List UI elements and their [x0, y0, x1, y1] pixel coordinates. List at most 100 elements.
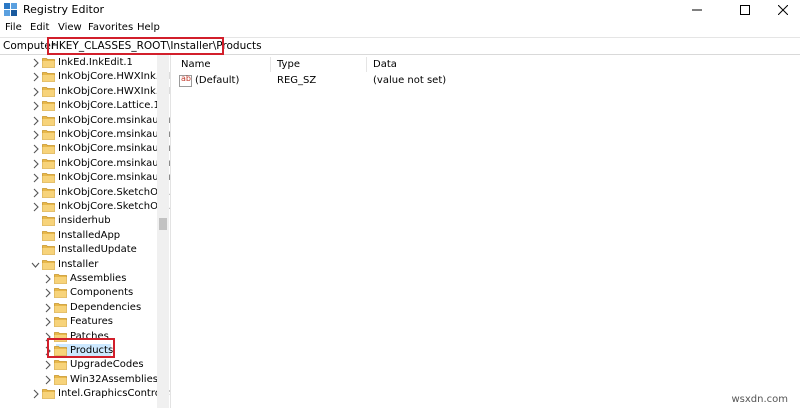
registry-editor-icon — [4, 3, 17, 16]
tree-item-label: InkObjCore.HWXInk.E-I — [58, 71, 170, 82]
folder-icon — [54, 375, 67, 385]
tree-item[interactable]: InkObjCore.SketchObj.S — [0, 200, 170, 214]
tree-item[interactable]: InkObjCore.msinkaut.In — [0, 171, 170, 185]
tree-item[interactable]: InkObjCore.SketchObj.S — [0, 186, 170, 200]
menu-favorites[interactable]: Favorites — [88, 22, 133, 33]
chevron-right-icon[interactable] — [31, 144, 40, 154]
tree-item-label: Features — [70, 316, 113, 327]
folder-icon — [42, 216, 55, 226]
folder-icon — [42, 101, 55, 111]
tree-item-label: InkObjCore.HWXInk.E-I — [58, 86, 170, 97]
chevron-right-icon[interactable] — [31, 389, 40, 399]
title-bar: Registry Editor — [0, 0, 800, 20]
close-button[interactable] — [766, 0, 800, 20]
tree-item[interactable]: Installer — [0, 258, 160, 272]
menu-help[interactable]: Help — [137, 22, 160, 33]
tree-item[interactable]: Features — [0, 315, 160, 329]
chevron-right-icon[interactable] — [43, 375, 52, 385]
column-name[interactable]: Name — [175, 55, 271, 74]
value-name: (Default) — [195, 75, 240, 86]
address-highlight-box — [47, 37, 224, 55]
tree-item-label: Assemblies — [70, 273, 127, 284]
folder-icon — [42, 188, 55, 198]
tree-item-label: InkEd.InkEdit.1 — [58, 57, 133, 68]
tree-item-label: InstalledUpdate — [58, 244, 137, 255]
folder-icon — [54, 288, 67, 298]
tree-item[interactable]: InkObjCore.msinkaut.In — [0, 114, 170, 128]
chevron-right-icon[interactable] — [31, 188, 40, 198]
chevron-right-icon[interactable] — [43, 360, 52, 370]
chevron-right-icon[interactable] — [31, 116, 40, 126]
chevron-right-icon[interactable] — [31, 87, 40, 97]
chevron-right-icon[interactable] — [31, 159, 40, 169]
minimize-button[interactable] — [680, 0, 714, 20]
chevron-right-icon[interactable] — [31, 173, 40, 183]
tree-item-label: InkObjCore.Lattice.1 — [58, 100, 160, 111]
menu-edit[interactable]: Edit — [30, 22, 49, 33]
column-type[interactable]: Type — [271, 55, 367, 74]
tree-item-label: Win32Assemblies — [70, 374, 158, 385]
chevron-right-icon[interactable] — [31, 202, 40, 212]
tree-item-label: InkObjCore.msinkaut.In — [58, 129, 170, 140]
tree-item-label: InkObjCore.msinkaut.In — [58, 143, 170, 154]
tree-item[interactable]: InkObjCore.HWXInk.E-I — [0, 70, 170, 84]
tree-item[interactable]: InkObjCore.msinkaut.In — [0, 157, 170, 171]
products-highlight-box — [47, 338, 115, 358]
tree-item[interactable]: Win32Assemblies — [0, 373, 160, 387]
tree-item[interactable]: Intel.GraphicsControlPa — [0, 387, 170, 401]
address-bar[interactable]: Computer HKEY_CLASSES_ROOT\Installer\Pro… — [0, 37, 800, 55]
chevron-right-icon[interactable] — [31, 72, 40, 82]
menu-view[interactable]: View — [58, 22, 82, 33]
tree-item[interactable]: InstalledUpdate — [0, 243, 160, 257]
chevron-right-icon[interactable] — [31, 130, 40, 140]
column-data[interactable]: Data — [367, 55, 667, 74]
tree-item[interactable]: Components — [0, 286, 160, 300]
chevron-right-icon[interactable] — [43, 317, 52, 327]
tree-item[interactable]: insiderhub — [0, 214, 160, 228]
chevron-right-icon[interactable] — [31, 58, 40, 68]
folder-icon — [42, 202, 55, 212]
menu-bar: File Edit View Favorites Help — [0, 20, 800, 37]
tree-item[interactable]: InstalledApp — [0, 229, 160, 243]
minimize-icon — [692, 9, 702, 11]
key-tree[interactable]: InkEd.InkEdit.1 InkObjCore.HWXInk.E-I InkO… — [0, 55, 170, 408]
chevron-down-icon[interactable] — [31, 260, 40, 270]
folder-icon — [42, 159, 55, 169]
tree-item-label: InkObjCore.SketchObj.S — [58, 187, 170, 198]
tree-item-label: Components — [70, 287, 134, 298]
chevron-right-icon[interactable] — [43, 288, 52, 298]
tree-item[interactable]: InkObjCore.msinkaut.In — [0, 128, 170, 142]
tree-item[interactable]: InkObjCore.HWXInk.E-I — [0, 85, 170, 99]
chevron-right-icon[interactable] — [43, 274, 52, 284]
tree-item-label: UpgradeCodes — [70, 359, 144, 370]
folder-icon — [54, 274, 67, 284]
chevron-right-icon[interactable] — [31, 101, 40, 111]
menu-file[interactable]: File — [5, 22, 22, 33]
tree-item-label: Dependencies — [70, 302, 142, 313]
tree-item[interactable]: InkObjCore.Lattice.1 — [0, 99, 160, 113]
folder-icon — [42, 173, 55, 183]
tree-item[interactable]: Assemblies — [0, 272, 160, 286]
watermark: wsxdn.com — [731, 394, 788, 405]
value-type: REG_SZ — [277, 75, 317, 86]
tree-scrollbar-thumb[interactable] — [159, 218, 167, 230]
tree-item[interactable]: UpgradeCodes — [0, 358, 160, 372]
chevron-right-icon[interactable] — [43, 303, 52, 313]
folder-icon — [54, 360, 67, 370]
tree-item-label: InstalledApp — [58, 230, 121, 241]
folder-icon — [42, 260, 55, 270]
values-list[interactable]: Name Type Data ab (Default) REG_SZ (valu… — [175, 55, 800, 408]
tree-item-label: InkObjCore.msinkaut.In — [58, 172, 170, 183]
tree-item[interactable]: InkEd.InkEdit.1 — [0, 56, 160, 70]
tree-item-label: InkObjCore.msinkaut.In — [58, 158, 170, 169]
tree-item[interactable]: InkObjCore.msinkaut.In — [0, 142, 170, 156]
tree-item-label: InkObjCore.SketchObj.S — [58, 201, 170, 212]
folder-icon — [54, 303, 67, 313]
tree-scrollbar[interactable] — [157, 55, 169, 408]
folder-icon — [42, 144, 55, 154]
folder-icon — [42, 87, 55, 97]
folder-icon — [42, 231, 55, 241]
maximize-button[interactable] — [728, 0, 762, 20]
tree-item[interactable]: Dependencies — [0, 301, 160, 315]
window-title: Registry Editor — [23, 3, 105, 16]
